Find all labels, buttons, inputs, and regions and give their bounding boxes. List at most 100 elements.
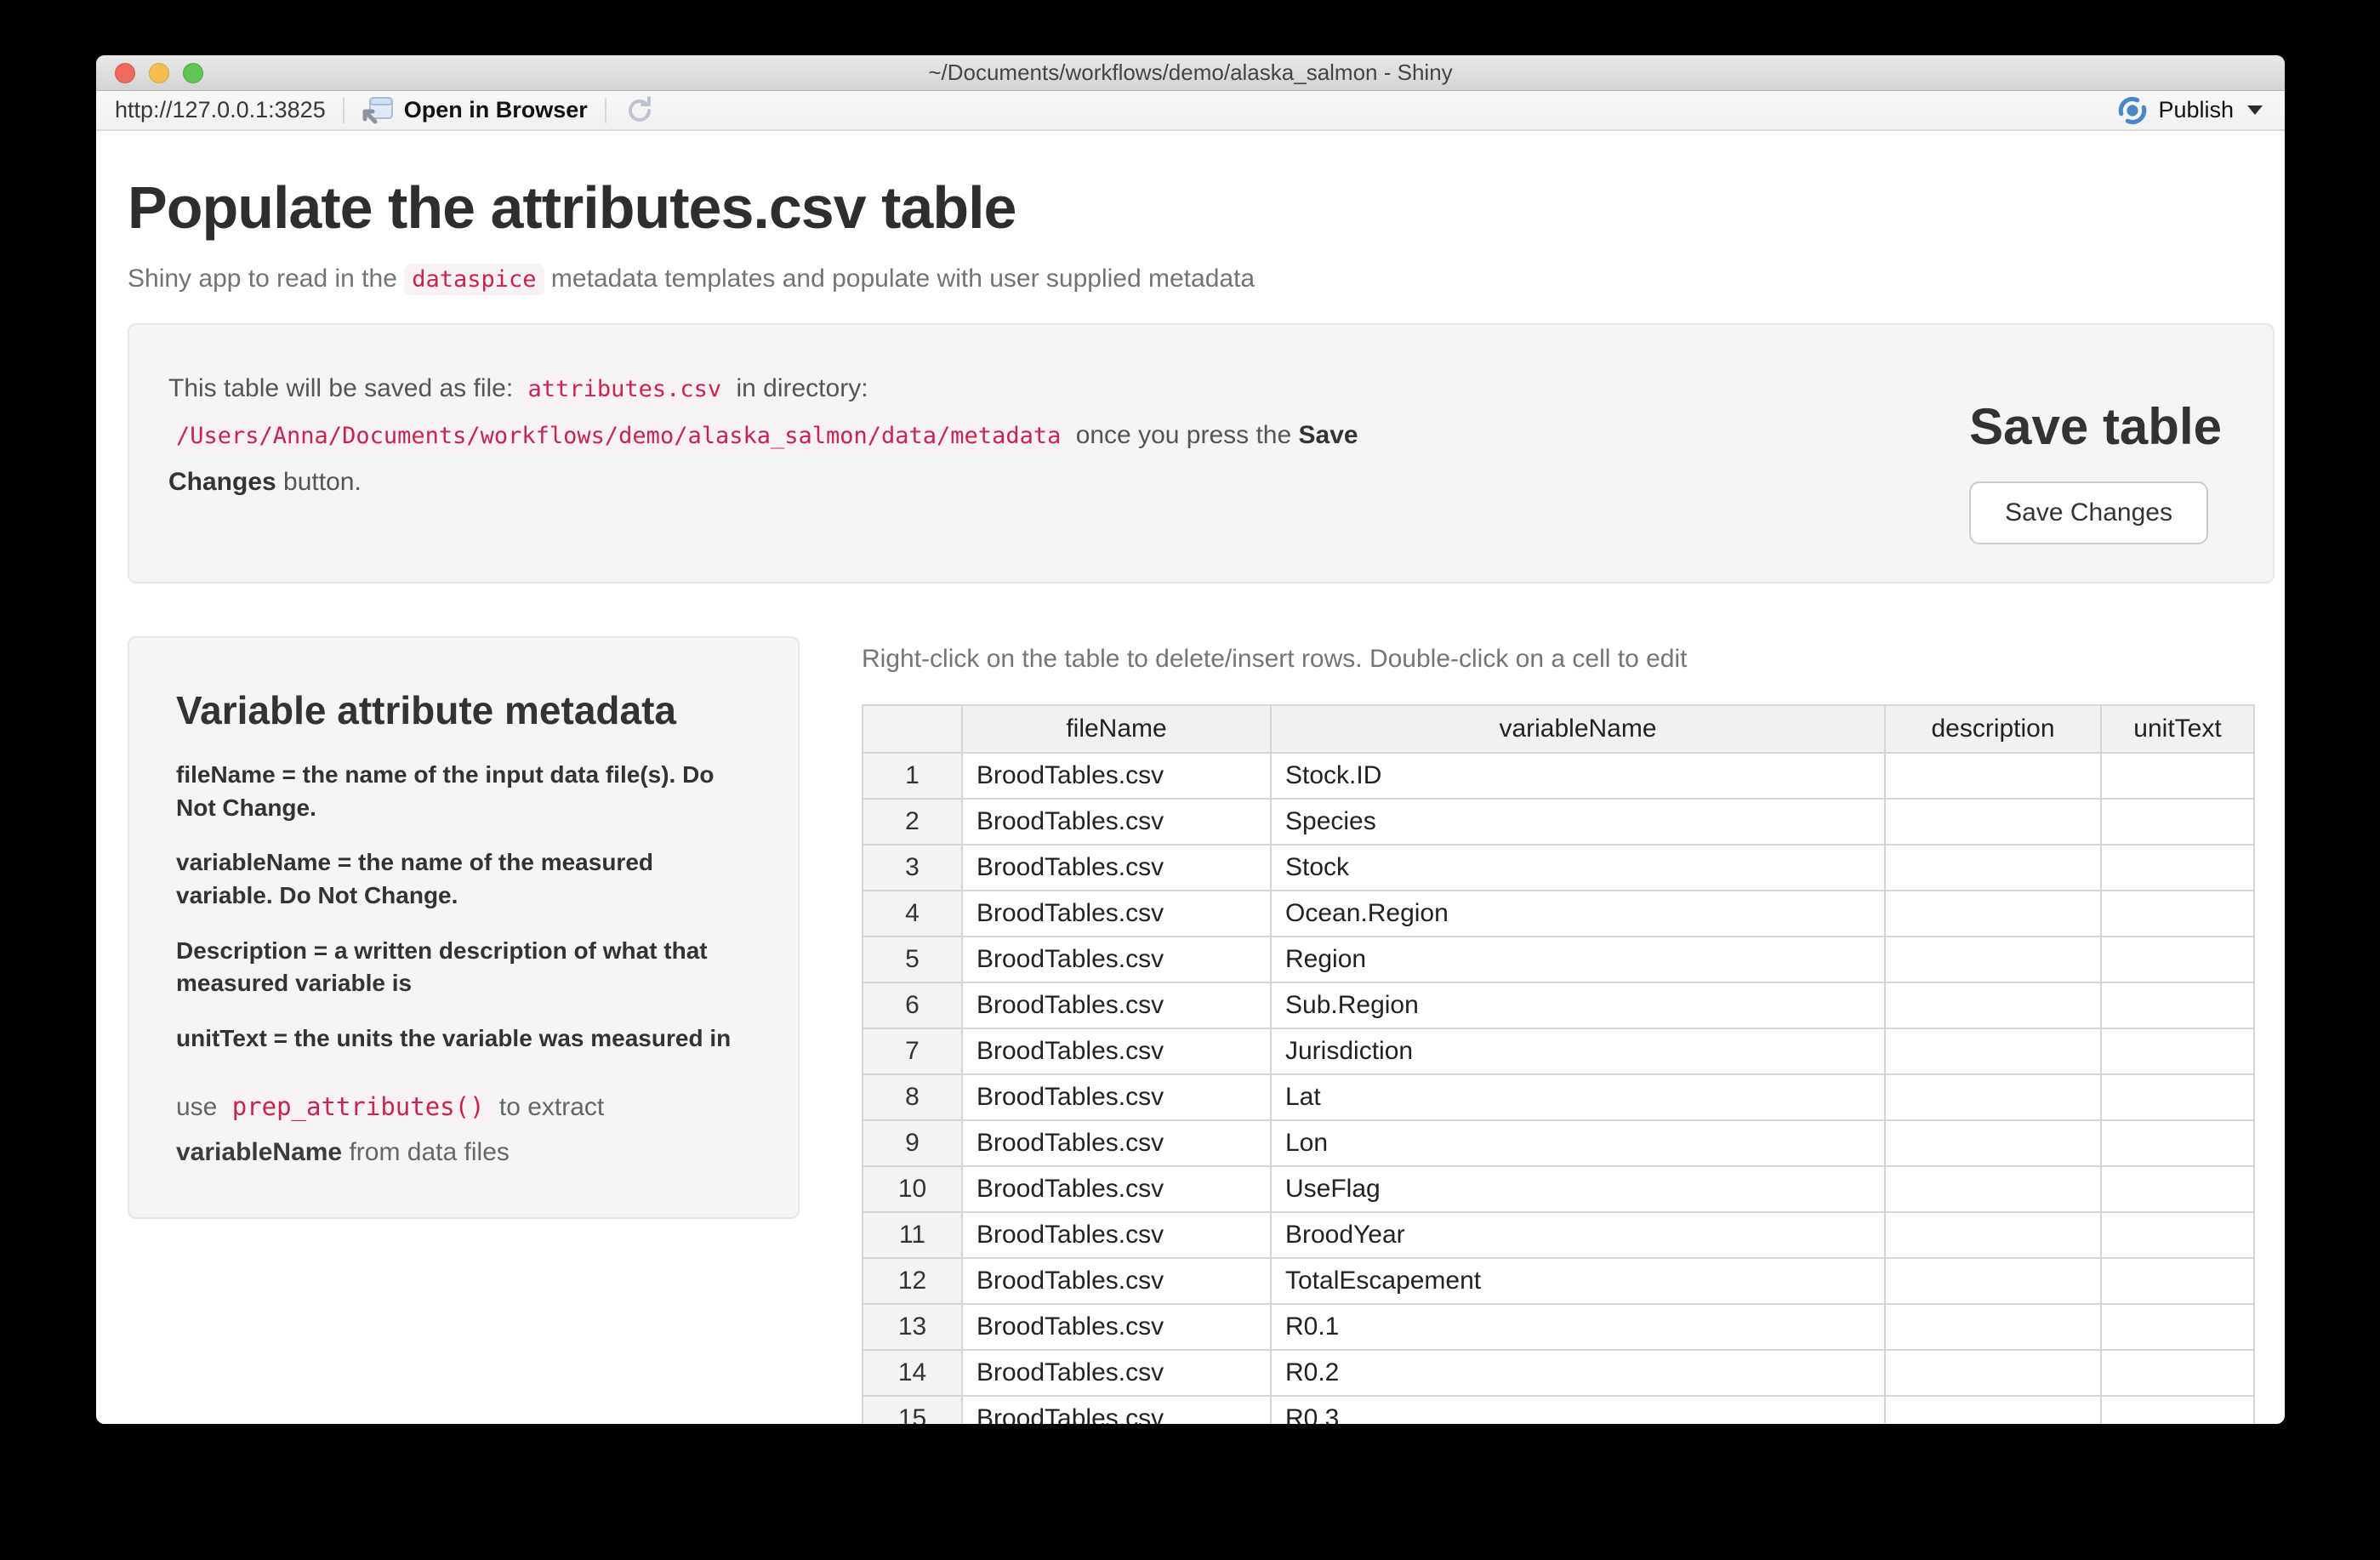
open-in-browser-button[interactable]: Open in Browser xyxy=(362,95,588,126)
publish-button[interactable]: Publish xyxy=(2117,95,2263,126)
description-cell[interactable] xyxy=(1885,1120,2101,1166)
row-number-cell: 2 xyxy=(863,799,962,845)
prep-attributes-code: prep_attributes() xyxy=(225,1090,493,1124)
row-number-cell: 9 xyxy=(863,1120,962,1166)
variablename-cell[interactable]: Jurisdiction xyxy=(1271,1028,1885,1074)
filename-cell[interactable]: BroodTables.csv xyxy=(962,1120,1271,1166)
row-number-cell: 15 xyxy=(863,1396,962,1424)
filename-cell[interactable]: BroodTables.csv xyxy=(962,1396,1271,1424)
filename-cell[interactable]: BroodTables.csv xyxy=(962,1074,1271,1120)
unittext-cell[interactable] xyxy=(2101,1028,2254,1074)
page-title: Populate the attributes.csv table xyxy=(128,175,2275,241)
filename-cell[interactable]: BroodTables.csv xyxy=(962,845,1271,891)
variablename-cell[interactable]: R0.2 xyxy=(1271,1350,1885,1396)
description-cell[interactable] xyxy=(1885,1304,2101,1350)
unittext-cell[interactable] xyxy=(2101,1166,2254,1212)
description-cell[interactable] xyxy=(1885,1028,2101,1074)
attributes-file-code: attributes.csv xyxy=(521,373,730,405)
save-text-segment: once you press the xyxy=(1076,421,1292,449)
filename-cell[interactable]: BroodTables.csv xyxy=(962,982,1271,1028)
unittext-cell[interactable] xyxy=(2101,1350,2254,1396)
unittext-cell[interactable] xyxy=(2101,1074,2254,1120)
traffic-lights xyxy=(115,55,203,90)
variablename-cell[interactable]: Ocean.Region xyxy=(1271,891,1885,937)
description-cell[interactable] xyxy=(1885,845,2101,891)
variablename-cell[interactable]: UseFlag xyxy=(1271,1166,1885,1212)
table-header-row: fileName variableName description unitTe… xyxy=(863,705,2254,753)
variablename-cell[interactable]: TotalEscapement xyxy=(1271,1258,1885,1304)
row-number-cell: 1 xyxy=(863,753,962,799)
description-cell[interactable] xyxy=(1885,1212,2101,1258)
filename-cell[interactable]: BroodTables.csv xyxy=(962,799,1271,845)
description-cell[interactable] xyxy=(1885,1258,2101,1304)
close-button[interactable] xyxy=(115,63,135,83)
description-cell[interactable] xyxy=(1885,1396,2101,1424)
usage-variablename-emphasis: variableName xyxy=(176,1138,342,1166)
unittext-cell[interactable] xyxy=(2101,1212,2254,1258)
description-column-header: description xyxy=(1885,705,2101,753)
filename-cell[interactable]: BroodTables.csv xyxy=(962,1212,1271,1258)
variablename-cell[interactable]: BroodYear xyxy=(1271,1212,1885,1258)
unittext-cell[interactable] xyxy=(2101,937,2254,982)
filename-cell[interactable]: BroodTables.csv xyxy=(962,1166,1271,1212)
minimize-button[interactable] xyxy=(149,63,169,83)
description-cell[interactable] xyxy=(1885,1350,2101,1396)
filename-cell[interactable]: BroodTables.csv xyxy=(962,891,1271,937)
variablename-cell[interactable]: Lon xyxy=(1271,1120,1885,1166)
open-in-browser-label: Open in Browser xyxy=(404,97,588,123)
variablename-cell[interactable]: Stock.ID xyxy=(1271,753,1885,799)
subtitle-text: metadata templates and populate with use… xyxy=(551,265,1255,293)
description-cell[interactable] xyxy=(1885,753,2101,799)
metadata-panel-heading: Variable attribute metadata xyxy=(176,687,751,733)
save-table-heading: Save table xyxy=(1969,401,2222,453)
row-number-cell: 4 xyxy=(863,891,962,937)
variablename-cell[interactable]: R0.3 xyxy=(1271,1396,1885,1424)
save-changes-button[interactable]: Save Changes xyxy=(1969,481,2208,544)
prep-attributes-note: use prep_attributes() to extract variabl… xyxy=(176,1085,751,1175)
filename-cell[interactable]: BroodTables.csv xyxy=(962,1258,1271,1304)
description-cell[interactable] xyxy=(1885,1166,2101,1212)
variablename-cell[interactable]: Sub.Region xyxy=(1271,982,1885,1028)
variable-metadata-panel: Variable attribute metadata fileName = t… xyxy=(128,636,800,1219)
filename-cell[interactable]: BroodTables.csv xyxy=(962,1350,1271,1396)
unittext-column-header: unitText xyxy=(2101,705,2254,753)
unittext-cell[interactable] xyxy=(2101,753,2254,799)
variablename-cell[interactable]: Species xyxy=(1271,799,1885,845)
unittext-cell[interactable] xyxy=(2101,891,2254,937)
main-row: Variable attribute metadata fileName = t… xyxy=(128,636,2275,1424)
row-number-cell: 13 xyxy=(863,1304,962,1350)
table-row: 15 BroodTables.csv R0.3 xyxy=(863,1396,2254,1424)
description-cell[interactable] xyxy=(1885,1074,2101,1120)
app-content: Populate the attributes.csv table Shiny … xyxy=(96,131,2285,1424)
publish-label: Publish xyxy=(2158,97,2234,123)
unittext-cell[interactable] xyxy=(2101,982,2254,1028)
variablename-cell[interactable]: R0.1 xyxy=(1271,1304,1885,1350)
description-cell[interactable] xyxy=(1885,937,2101,982)
usage-text-segment: use xyxy=(176,1093,217,1121)
description-cell[interactable] xyxy=(1885,982,2101,1028)
variablename-cell[interactable]: Lat xyxy=(1271,1074,1885,1120)
variablename-cell[interactable]: Region xyxy=(1271,937,1885,982)
zoom-window-button[interactable] xyxy=(183,63,203,83)
attributes-table: fileName variableName description unitTe… xyxy=(862,704,2255,1424)
variablename-cell[interactable]: Stock xyxy=(1271,845,1885,891)
unittext-cell[interactable] xyxy=(2101,1304,2254,1350)
dataspice-code: dataspice xyxy=(404,264,544,295)
unittext-cell[interactable] xyxy=(2101,1396,2254,1424)
unittext-cell[interactable] xyxy=(2101,799,2254,845)
table-row: 5 BroodTables.csv Region xyxy=(863,937,2254,982)
unittext-cell[interactable] xyxy=(2101,1120,2254,1166)
refresh-button[interactable] xyxy=(623,94,656,127)
table-row: 1 BroodTables.csv Stock.ID xyxy=(863,753,2254,799)
filename-cell[interactable]: BroodTables.csv xyxy=(962,937,1271,982)
description-cell[interactable] xyxy=(1885,799,2101,845)
filename-cell[interactable]: BroodTables.csv xyxy=(962,753,1271,799)
unittext-cell[interactable] xyxy=(2101,845,2254,891)
filename-cell[interactable]: BroodTables.csv xyxy=(962,1304,1271,1350)
open-in-browser-icon xyxy=(362,95,394,126)
unittext-cell[interactable] xyxy=(2101,1258,2254,1304)
description-cell[interactable] xyxy=(1885,891,2101,937)
filename-cell[interactable]: BroodTables.csv xyxy=(962,1028,1271,1074)
app-url-text: http://127.0.0.1:3825 xyxy=(115,97,326,123)
save-text-segment: This table will be saved as file: xyxy=(168,374,513,402)
